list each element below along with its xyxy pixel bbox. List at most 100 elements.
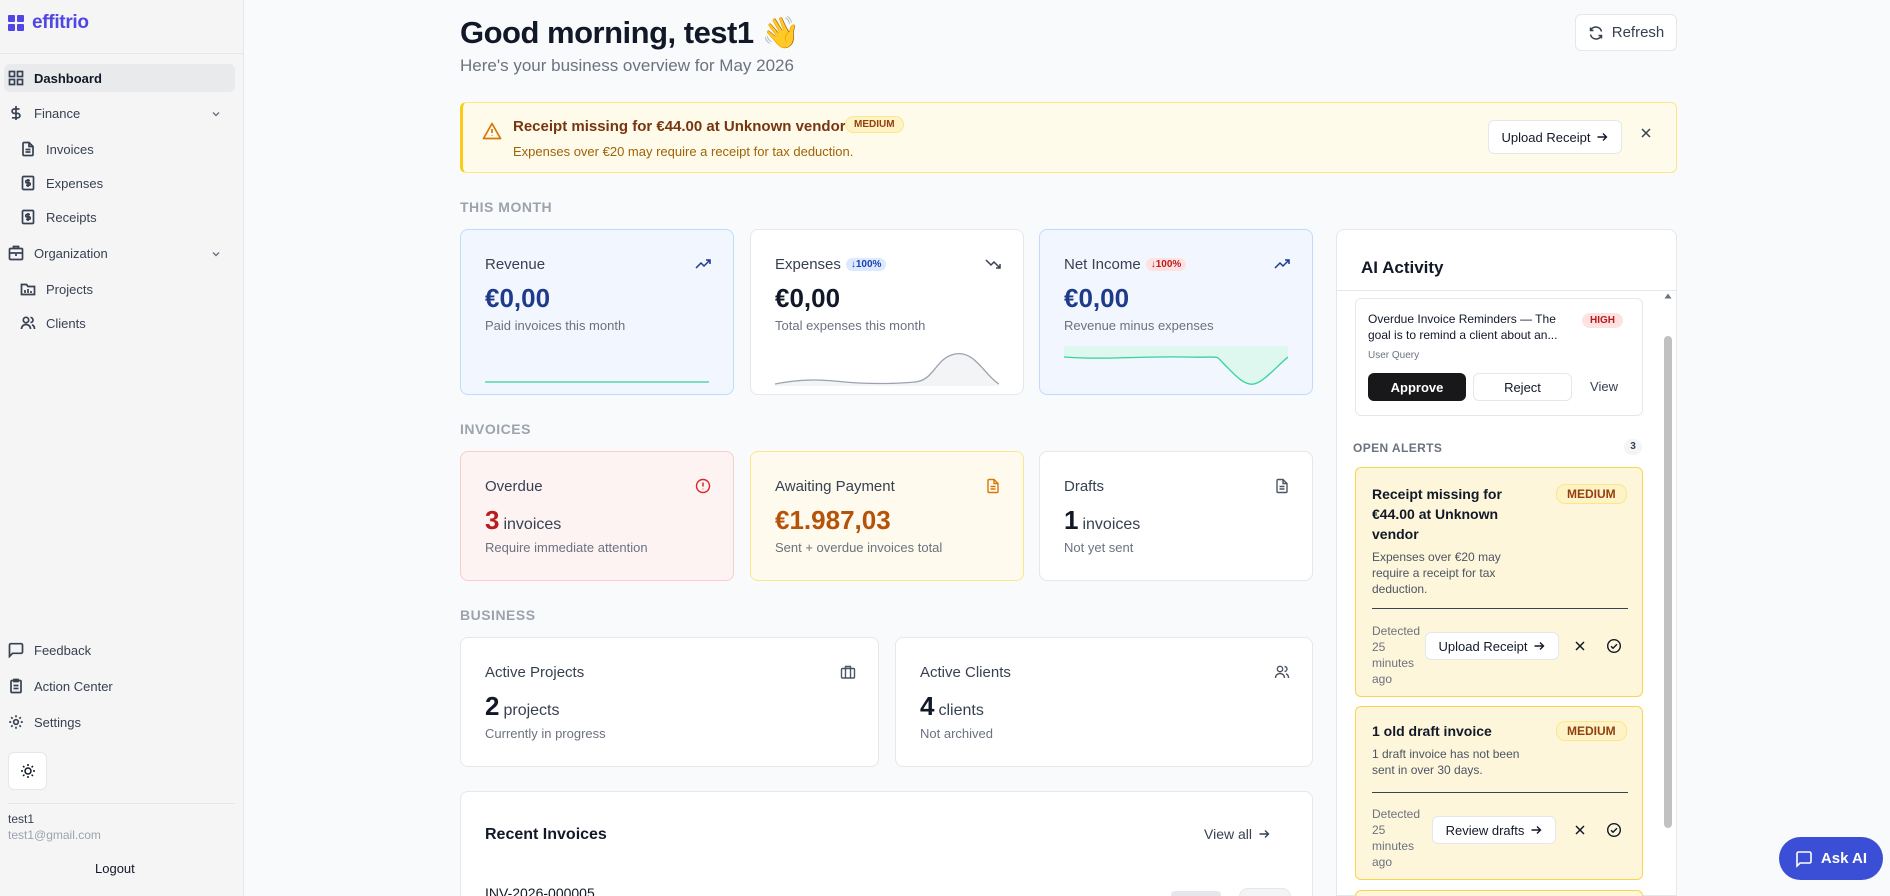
view-button[interactable]: View xyxy=(1579,379,1629,394)
sidebar-item-label: Clients xyxy=(46,315,86,331)
active-clients-card[interactable]: Active Clients 4 clients Not archived xyxy=(895,637,1313,767)
card-title: Active Projects xyxy=(485,664,585,681)
value-number: 3 xyxy=(485,505,500,535)
sidebar-item-label: Expenses xyxy=(46,175,104,191)
arrow-right-icon xyxy=(1597,133,1608,141)
logo[interactable]: effitrio xyxy=(8,12,89,34)
sidebar-item-label: Projects xyxy=(46,281,93,297)
section-label-business: BUSINESS xyxy=(460,607,536,623)
review-drafts-button[interactable]: Review drafts xyxy=(1432,816,1556,844)
card-subtitle: Require immediate attention xyxy=(485,540,648,555)
approve-button[interactable]: Approve xyxy=(1368,373,1466,401)
link-label: View all xyxy=(1204,826,1252,842)
query-text: Overdue Invoice Reminders — The goal is … xyxy=(1368,312,1558,342)
alert-banner: Receipt missing for €44.00 at Unknown ve… xyxy=(460,102,1677,173)
sidebar-item-settings[interactable]: Settings xyxy=(8,714,81,730)
card-title: Overdue xyxy=(485,478,543,495)
check-circle-icon[interactable] xyxy=(1606,638,1622,654)
divider xyxy=(1372,608,1628,609)
folder-icon xyxy=(20,283,36,296)
refresh-button[interactable]: Refresh xyxy=(1575,14,1677,51)
card-value: 4 clients xyxy=(920,691,984,722)
value-unit: projects xyxy=(503,702,560,719)
sidebar-item-expenses[interactable]: Expenses xyxy=(20,175,103,191)
button-label: Upload Receipt xyxy=(1438,638,1528,654)
alert-title: 1 old draft invoice xyxy=(1372,723,1492,739)
sidebar: effitrio Dashboard Finance Invoices Expe… xyxy=(0,0,244,896)
dismiss-icon[interactable] xyxy=(1574,824,1586,836)
sidebar-item-finance[interactable]: Finance xyxy=(8,105,80,121)
card-subtitle: Total expenses this month xyxy=(775,318,926,333)
logo-text: effitrio xyxy=(32,12,89,33)
detected-time: Detected 25 minutes ago xyxy=(1372,807,1421,869)
sidebar-item-feedback[interactable]: Feedback xyxy=(8,642,91,658)
user-name: test1 xyxy=(8,812,35,826)
logout-button[interactable]: Logout xyxy=(95,861,135,876)
dismiss-icon[interactable] xyxy=(1574,640,1586,652)
severity-badge: MEDIUM xyxy=(845,116,904,133)
page-title: Good morning, test1 👋 xyxy=(460,14,800,51)
upload-receipt-button[interactable]: Upload Receipt xyxy=(1488,120,1622,154)
sidebar-item-action-center[interactable]: Action Center xyxy=(8,678,113,694)
card-title: Revenue xyxy=(485,256,546,273)
greeting-text: Good morning, test1 xyxy=(460,15,754,50)
sidebar-item-label: Organization xyxy=(34,245,108,261)
value-number: 4 xyxy=(920,691,935,721)
file-text-icon xyxy=(987,478,999,494)
value-unit: invoices xyxy=(1082,516,1141,533)
chevron-down-icon[interactable] xyxy=(211,249,221,259)
sidebar-item-projects[interactable]: Projects xyxy=(20,281,93,297)
view-all-link[interactable]: View all xyxy=(1204,826,1270,842)
revenue-card[interactable]: Revenue €0,00 Paid invoices this month xyxy=(460,229,734,395)
upload-receipt-button[interactable]: Upload Receipt xyxy=(1425,632,1559,660)
overdue-card[interactable]: Overdue 3 invoices Require immediate atte… xyxy=(460,451,734,581)
drafts-card[interactable]: Drafts 1 invoices Not yet sent xyxy=(1039,451,1313,581)
sidebar-item-dashboard[interactable]: Dashboard xyxy=(4,64,235,92)
logo-grid-icon xyxy=(8,15,24,31)
users-icon xyxy=(20,316,36,330)
severity-badge: MEDIUM xyxy=(1556,721,1627,741)
sidebar-item-label: Receipts xyxy=(46,209,97,225)
value-number: 2 xyxy=(485,691,500,721)
section-label-invoices: INVOICES xyxy=(460,421,531,437)
active-projects-card[interactable]: Active Projects 2 projects Currently in p… xyxy=(460,637,879,767)
card-value: €0,00 xyxy=(1064,283,1130,313)
sidebar-item-receipts[interactable]: Receipts xyxy=(20,209,97,225)
warning-icon xyxy=(482,122,502,140)
scroll-up-arrow-icon[interactable] xyxy=(1664,293,1672,299)
close-icon[interactable] xyxy=(1640,127,1652,139)
card-value: 1 invoices xyxy=(1064,505,1140,536)
sidebar-item-invoices[interactable]: Invoices xyxy=(20,141,94,157)
card-subtitle: Revenue minus expenses xyxy=(1064,318,1214,333)
alert-description: 1 draft invoice has not been sent in ove… xyxy=(1372,747,1520,777)
sidebar-item-label: Settings xyxy=(34,714,81,730)
expenses-card[interactable]: Expenses ↓100% €0,00 Total expenses this … xyxy=(750,229,1024,395)
ai-query-card: Overdue Invoice Reminders — The goal is … xyxy=(1355,298,1643,416)
sidebar-item-organization[interactable]: Organization xyxy=(8,245,108,261)
alert-card: 1 old draft invoice MEDIUM 1 draft invoi… xyxy=(1355,706,1643,880)
reject-button[interactable]: Reject xyxy=(1473,373,1572,401)
chevron-down-icon[interactable] xyxy=(211,109,221,119)
scrollbar-thumb[interactable] xyxy=(1664,336,1672,828)
briefcase-icon xyxy=(840,665,856,679)
expenses-sparkline xyxy=(775,353,999,386)
awaiting-payment-card[interactable]: Awaiting Payment €1.987,03 Sent + overdu… xyxy=(750,451,1024,581)
receipt-icon xyxy=(21,209,35,225)
ask-ai-button[interactable]: Ask AI xyxy=(1779,837,1883,880)
alert-description: Expenses over €20 may require a receipt … xyxy=(1372,550,1501,596)
check-circle-icon[interactable] xyxy=(1606,822,1622,838)
sidebar-item-clients[interactable]: Clients xyxy=(20,315,86,331)
divider xyxy=(8,803,235,804)
recent-invoices-card: Recent Invoices View all INV-2026-000005 xyxy=(460,791,1313,896)
alert-card: Receipt missing for €44.00 at Unknown ve… xyxy=(1355,467,1643,697)
banner-description: Expenses over €20 may require a receipt … xyxy=(513,144,854,159)
arrow-right-icon xyxy=(1531,826,1542,834)
card-subtitle: Sent + overdue invoices total xyxy=(775,540,943,555)
users-icon xyxy=(1274,665,1290,679)
net-income-card[interactable]: Net Income ↓100% €0,00 Revenue minus expe… xyxy=(1039,229,1313,395)
detected-time: Detected 25 minutes ago xyxy=(1372,624,1421,686)
query-type: User Query xyxy=(1368,350,1420,361)
receipt-dollar-icon xyxy=(21,175,35,191)
theme-toggle-button[interactable] xyxy=(8,752,47,790)
invoice-number[interactable]: INV-2026-000005 xyxy=(485,885,595,896)
